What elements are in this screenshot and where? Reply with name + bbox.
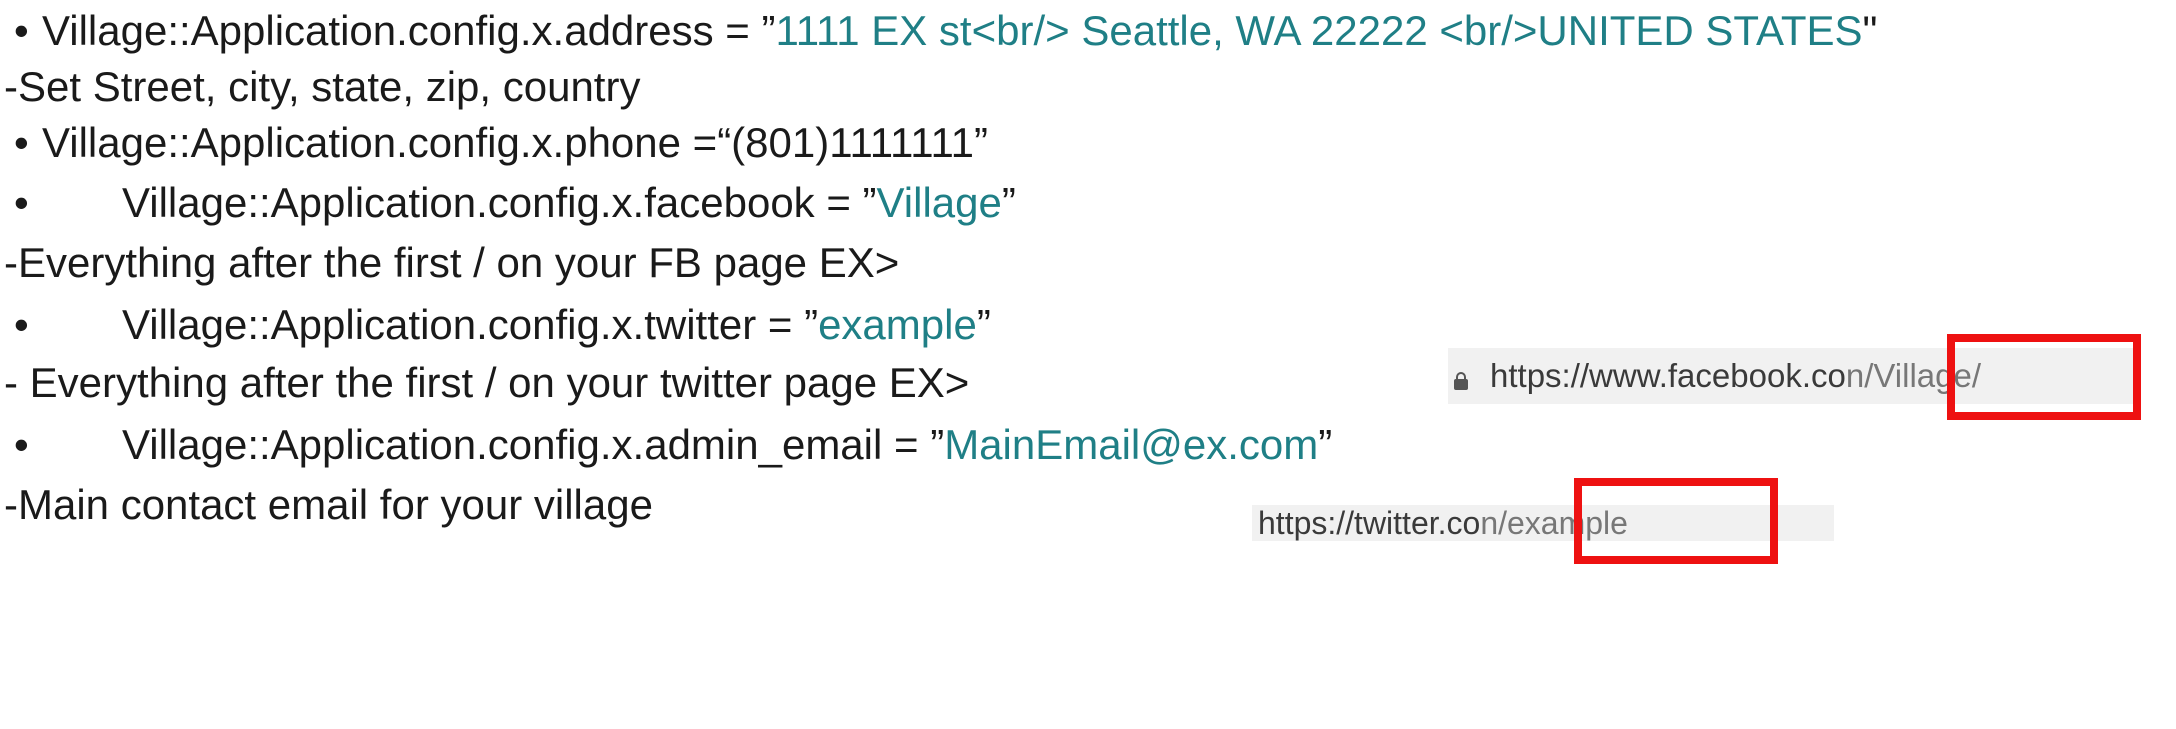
phone-line: • Village::Application.config.x.phone =“(… [0,118,988,168]
twitter-url-base: https://twitter.co [1258,505,1481,541]
twitter-highlight-box [1574,478,1778,564]
admin-email-suffix: ” [1318,421,1333,468]
facebook-highlight-box [1947,334,2141,420]
bullet: • [14,301,29,348]
phone-text: Village::Application.config.x.phone =“(8… [42,119,989,166]
admin-email-line: • Village::Application.config.x.admin_ema… [0,420,1332,470]
address-line: • Village::Application.config.x.address =… [0,6,1877,56]
facebook-url-base: https://www.facebook.co [1490,357,1846,394]
admin-email-note: -Main contact email for your village [4,481,653,528]
twitter-prefix: Village::Application.config.x.twitter = … [122,301,819,348]
admin-email-value: MainEmail@ex.com [944,421,1319,468]
twitter-line: • Village::Application.config.x.twitter =… [0,300,991,350]
admin-email-prefix: Village::Application.config.x.admin_emai… [122,421,945,468]
twitter-value: example [818,301,977,348]
facebook-line: • Village::Application.config.x.facebook … [0,178,1016,228]
facebook-prefix: Village::Application.config.x.facebook =… [122,179,877,226]
bullet: • [14,7,29,54]
slide: • Village::Application.config.x.address =… [0,0,2176,729]
bullet: • [14,421,29,468]
bullet: • [14,119,29,166]
address-value: 1111 EX st<br/> Seattle, WA 22222 <br/>U… [775,7,1863,54]
address-prefix: Village::Application.config.x.address = … [42,7,776,54]
address-suffix: " [1862,7,1878,54]
twitter-note: - Everything after the first / on your t… [4,359,970,406]
address-note: -Set Street, city, state, zip, country [4,63,641,110]
facebook-note: -Everything after the first / on your FB… [4,239,900,286]
twitter-suffix: ” [976,301,991,348]
lock-icon [1454,372,1468,390]
facebook-suffix: ” [1001,179,1016,226]
bullet: • [14,179,29,226]
facebook-value: Village [876,179,1002,226]
